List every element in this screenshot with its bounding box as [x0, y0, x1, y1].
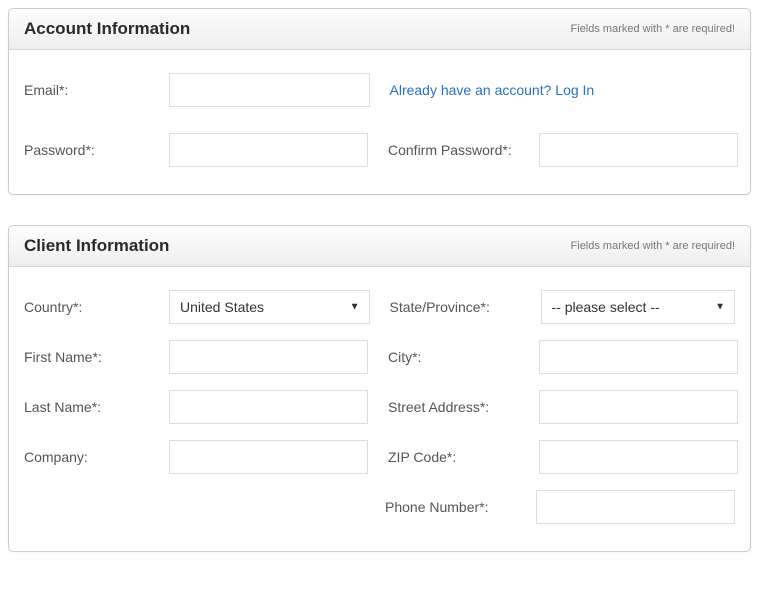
empty-cell: [24, 489, 365, 525]
confirm-password-label: Confirm Password*:: [388, 142, 539, 158]
state-select[interactable]: -- please select --: [541, 290, 736, 324]
client-panel-body: Country*: United States ▼ State/Province…: [9, 267, 750, 551]
password-input[interactable]: [169, 133, 368, 167]
confirm-password-input[interactable]: [539, 133, 738, 167]
client-panel: Client Information Fields marked with * …: [8, 225, 751, 552]
first-name-input[interactable]: [169, 340, 368, 374]
phone-input[interactable]: [536, 490, 735, 524]
client-panel-header: Client Information Fields marked with * …: [9, 226, 750, 267]
login-link[interactable]: Already have an account? Log In: [390, 82, 595, 98]
account-panel-body: Email*: Already have an account? Log In …: [9, 50, 750, 194]
account-title: Account Information: [24, 19, 190, 39]
email-input[interactable]: [169, 73, 370, 107]
account-panel-header: Account Information Fields marked with *…: [9, 9, 750, 50]
company-label: Company:: [24, 449, 169, 465]
zip-input[interactable]: [539, 440, 738, 474]
last-name-input[interactable]: [169, 390, 368, 424]
client-title: Client Information: [24, 236, 169, 256]
city-input[interactable]: [539, 340, 738, 374]
zip-label: ZIP Code*:: [388, 449, 539, 465]
last-name-label: Last Name*:: [24, 399, 169, 415]
account-required-note: Fields marked with * are required!: [571, 23, 735, 35]
country-select[interactable]: United States: [169, 290, 370, 324]
phone-label: Phone Number*:: [385, 499, 536, 515]
city-label: City*:: [388, 349, 539, 365]
email-label: Email*:: [24, 82, 169, 98]
first-name-label: First Name*:: [24, 349, 169, 365]
state-label: State/Province*:: [390, 299, 541, 315]
account-panel: Account Information Fields marked with *…: [8, 8, 751, 195]
country-label: Country*:: [24, 299, 169, 315]
street-label: Street Address*:: [388, 399, 539, 415]
client-required-note: Fields marked with * are required!: [571, 240, 735, 252]
street-input[interactable]: [539, 390, 738, 424]
company-input[interactable]: [169, 440, 368, 474]
password-label: Password*:: [24, 142, 169, 158]
